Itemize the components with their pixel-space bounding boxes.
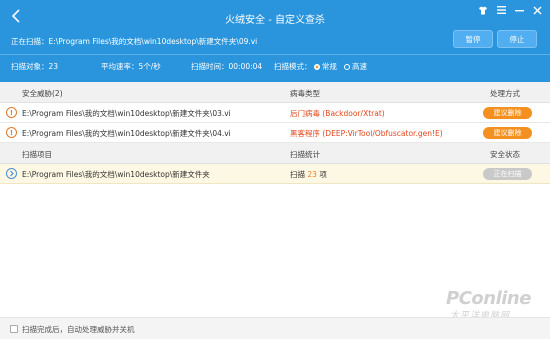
scanning-status: 正在扫描：E:\Program Files\我的文档\win10desktop\…: [11, 36, 257, 47]
mode-fast-radio[interactable]: [344, 64, 351, 70]
warning-icon: !: [6, 127, 17, 138]
footer-bar: 扫描完成后，自动处理威胁并关机: [0, 317, 550, 339]
watermark-logo: PConline: [446, 288, 531, 309]
threat-path: E:\Program Files\我的文档\win10desktop\新建文件夹…: [22, 129, 231, 138]
scan-item-path: E:\Program Files\我的文档\win10desktop\新建文件夹: [22, 170, 210, 179]
status-column-header: 安全状态: [490, 150, 520, 159]
scan-status-badge: 正在扫描: [483, 168, 532, 180]
suggest-delete-button[interactable]: 建议删除: [483, 127, 532, 139]
threat-type: 黑客程序 (DEEP:VirTool/Obfuscator.gen!E): [290, 129, 443, 138]
scanning-label: 正在扫描：: [11, 37, 49, 46]
scanning-path: E:\Program Files\我的文档\win10desktop\新建文件夹…: [48, 37, 258, 46]
threat-row[interactable]: ! E:\Program Files\我的文档\win10desktop\新建文…: [0, 103, 550, 123]
header-divider: [0, 54, 550, 55]
header-bar: 火绒安全 - 自定义查杀 正在扫描：E:\Program Files\我的文档\…: [0, 0, 550, 82]
stats-column-header: 扫描统计: [290, 150, 320, 159]
stats-prefix: 扫描: [290, 170, 305, 179]
threat-path: E:\Program Files\我的文档\win10desktop\新建文件夹…: [22, 109, 231, 118]
type-column-header: 病毒类型: [290, 89, 320, 98]
shutdown-label[interactable]: 扫描完成后，自动处理威胁并关机: [22, 324, 135, 335]
scan-item-stats: 扫描 23 项: [290, 169, 327, 180]
mode-fast-label[interactable]: 高速: [352, 62, 367, 71]
scan-item-row[interactable]: E:\Program Files\我的文档\win10desktop\新建文件夹…: [0, 164, 550, 184]
window-title: 火绒安全 - 自定义查杀: [225, 15, 325, 26]
menu-icon[interactable]: [494, 4, 508, 16]
window-controls: [476, 4, 544, 16]
threats-header: 安全威胁(2) 病毒类型 处理方式: [0, 82, 550, 103]
scanning-arrow-icon: [6, 168, 17, 179]
suggest-delete-button[interactable]: 建议删除: [483, 107, 532, 119]
close-icon[interactable]: [530, 4, 544, 16]
pause-button[interactable]: 暂停: [453, 30, 493, 48]
stat-speed-label: 平均速率：: [101, 62, 139, 71]
mode-normal-label[interactable]: 常规: [322, 62, 337, 71]
shirt-icon[interactable]: [476, 4, 490, 16]
warning-icon: !: [6, 107, 17, 118]
stat-mode: 扫描模式： 常规 高速: [274, 61, 367, 72]
threat-type: 后门病毒 (Backdoor/Xtrat): [290, 109, 385, 118]
shutdown-checkbox[interactable]: [10, 325, 18, 333]
stat-speed-value: 5个/秒: [138, 62, 161, 71]
stat-objects-value: 23: [48, 62, 59, 71]
item-column-header: 扫描项目: [22, 150, 52, 159]
scan-items-header: 扫描项目 扫描统计 安全状态: [0, 143, 550, 164]
threat-row[interactable]: ! E:\Program Files\我的文档\win10desktop\新建文…: [0, 123, 550, 143]
minimize-icon[interactable]: [512, 4, 526, 16]
stat-objects-label: 扫描对象：: [11, 62, 49, 71]
stats-count: 23: [307, 170, 317, 179]
stat-time-label: 扫描时间：: [191, 62, 229, 71]
scan-stats: 扫描对象：23 平均速率：5个/秒 扫描时间：00:00:04 扫描模式： 常规…: [11, 61, 541, 73]
stat-objects: 扫描对象：23: [11, 61, 58, 72]
stat-time-value: 00:00:04: [228, 62, 263, 71]
stop-button[interactable]: 停止: [497, 30, 537, 48]
stats-suffix: 项: [319, 170, 327, 179]
stat-speed: 平均速率：5个/秒: [101, 61, 161, 72]
stat-mode-label: 扫描模式：: [274, 62, 312, 71]
results-table: 安全威胁(2) 病毒类型 处理方式 ! E:\Program Files\我的文…: [0, 82, 550, 184]
threat-column-header: 安全威胁(2): [22, 89, 63, 98]
action-column-header: 处理方式: [490, 89, 520, 98]
stat-time: 扫描时间：00:00:04: [191, 61, 262, 72]
mode-normal-radio[interactable]: [313, 64, 320, 70]
